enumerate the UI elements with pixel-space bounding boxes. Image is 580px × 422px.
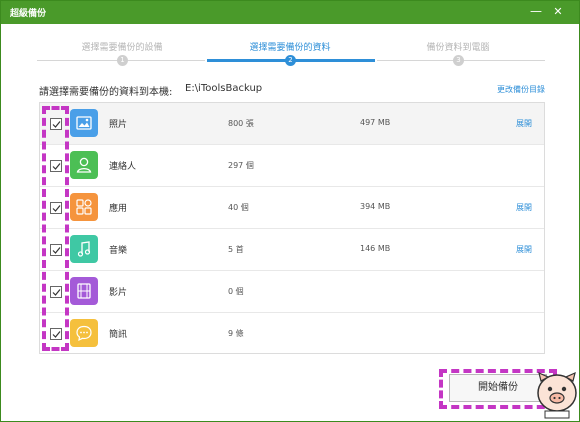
start-backup-button[interactable]: 開始備份 [449,374,547,402]
expand-link[interactable]: 展開 [516,202,532,213]
expand-link[interactable]: 展開 [516,244,532,255]
list-item-video[interactable]: 影片 0 個 [40,271,544,313]
data-type-list: 照片 800 張 497 MB 展開 連絡人 297 個 應用 40 個 394… [39,102,545,354]
item-count: 800 張 [228,119,254,128]
step-3-dot: 3 [453,55,464,66]
window-title: 超級備份 [10,9,47,19]
music-icon [70,235,98,263]
select-prompt: 請選擇需要備份的資料到本機: [39,87,173,98]
contact-icon [70,151,98,179]
message-icon [70,319,98,347]
item-name: 照片 [109,120,128,130]
apps-icon [70,193,98,221]
change-directory-link[interactable]: 更改備份目錄 [497,84,545,95]
video-icon [70,277,98,305]
item-size: 394 MB [360,202,391,211]
step-indicator: 選擇需要備份的設備 選擇需要備份的資料 備份資料到電腦 1 2 3 [1,24,579,72]
expand-link[interactable]: 展開 [516,118,532,129]
item-count: 40 個 [228,203,249,212]
pig-mascot-logo [537,371,577,419]
step-3-label: 備份資料到電腦 [426,43,490,53]
step-1-dot: 1 [117,55,128,66]
close-button[interactable]: ✕ [547,1,569,24]
item-count: 297 個 [228,161,254,170]
step-1-label: 選擇需要備份的設備 [81,43,163,53]
item-name: 簡訊 [109,330,128,340]
photo-icon [70,109,98,137]
list-item-apps[interactable]: 應用 40 個 394 MB 展開 [40,187,544,229]
item-count: 9 條 [228,329,244,338]
checkbox-highlight-annotation [42,106,69,351]
item-count: 0 個 [228,287,244,296]
list-item-music[interactable]: 音樂 5 首 146 MB 展開 [40,229,544,271]
app-window: 超級備份 — ✕ 選擇需要備份的設備 選擇需要備份的資料 備份資料到電腦 1 2… [0,0,580,422]
item-name: 音樂 [109,246,128,256]
item-count: 5 首 [228,245,244,254]
title-bar: 超級備份 — ✕ [1,1,579,24]
step-2-dot: 2 [285,55,296,66]
item-size: 497 MB [360,118,391,127]
item-name: 連絡人 [109,162,137,172]
list-item-contacts[interactable]: 連絡人 297 個 [40,145,544,187]
item-size: 146 MB [360,244,391,253]
list-item-messages[interactable]: 簡訊 9 條 [40,313,544,355]
minimize-button[interactable]: — [525,1,547,24]
item-name: 影片 [109,288,128,298]
list-item-photos[interactable]: 照片 800 張 497 MB 展開 [40,103,544,145]
step-2-label: 選擇需要備份的資料 [249,43,331,53]
item-name: 應用 [109,204,128,214]
backup-path: E:\iToolsBackup [185,83,263,94]
